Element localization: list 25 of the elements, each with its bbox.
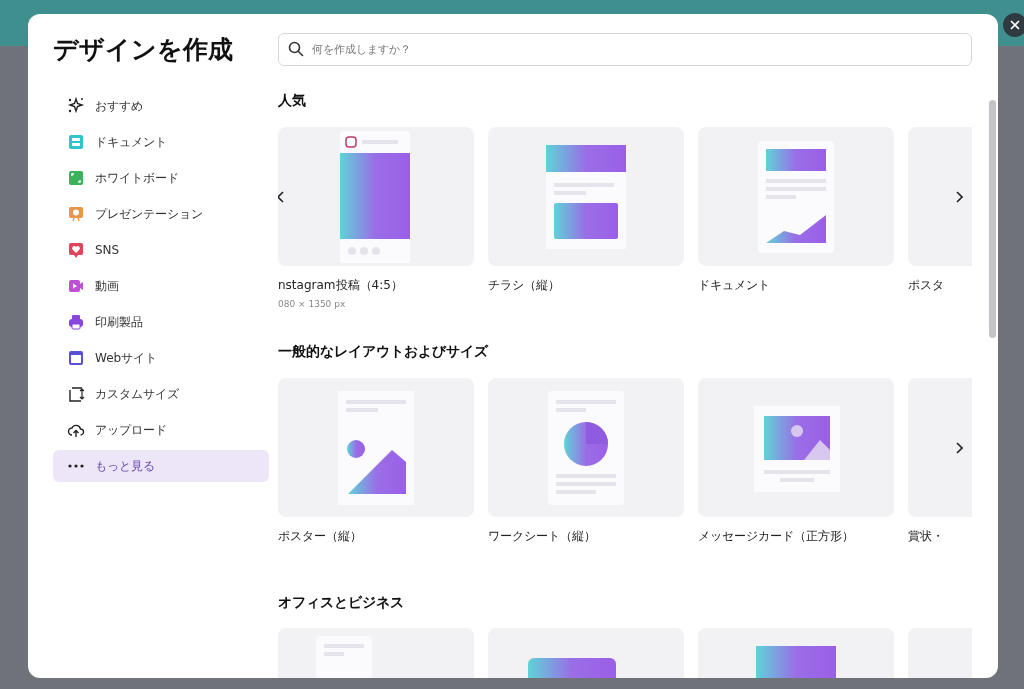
template-name: ワークシート（縦） [488,527,597,545]
sidebar-item[interactable]: Webサイト [53,342,269,374]
sidebar-item[interactable]: アップロード [53,414,269,446]
template-name: ドキュメント [698,276,771,294]
dialog-title: デザインを作成 [53,34,234,66]
sidebar-item[interactable]: ドキュメント [53,126,269,158]
sidebar-item[interactable]: 動画 [53,270,269,302]
template-size: 080 × 1350 px [278,297,347,311]
template-name: ポスタ [908,276,945,294]
sidebar-item[interactable]: プレゼンテーション [53,198,269,230]
sidebar-item[interactable]: 印刷製品 [53,306,269,338]
sidebar-item[interactable]: カスタムサイズ [53,378,269,410]
sidebar-item[interactable]: ホワイトボード [53,162,269,194]
template-name: nstagram投稿（4:5） [278,276,404,294]
template-name: チラシ（縦） [488,276,561,294]
section-heading: オフィスとビジネス [278,593,405,611]
sidebar-item[interactable]: おすすめ [53,90,269,122]
search-field[interactable]: 何を作成しますか？ [278,33,972,66]
template-name: ポスター（縦） [278,527,363,545]
section-heading: 一般的なレイアウトおよびサイズ [278,342,490,360]
template-name: 賞状・ [908,527,945,545]
template-name: メッセージカード（正方形） [698,527,855,545]
section-heading: 人気 [278,92,307,109]
sidebar-item[interactable]: もっと見る [53,450,269,482]
sidebar-item[interactable]: SNS [53,234,269,266]
